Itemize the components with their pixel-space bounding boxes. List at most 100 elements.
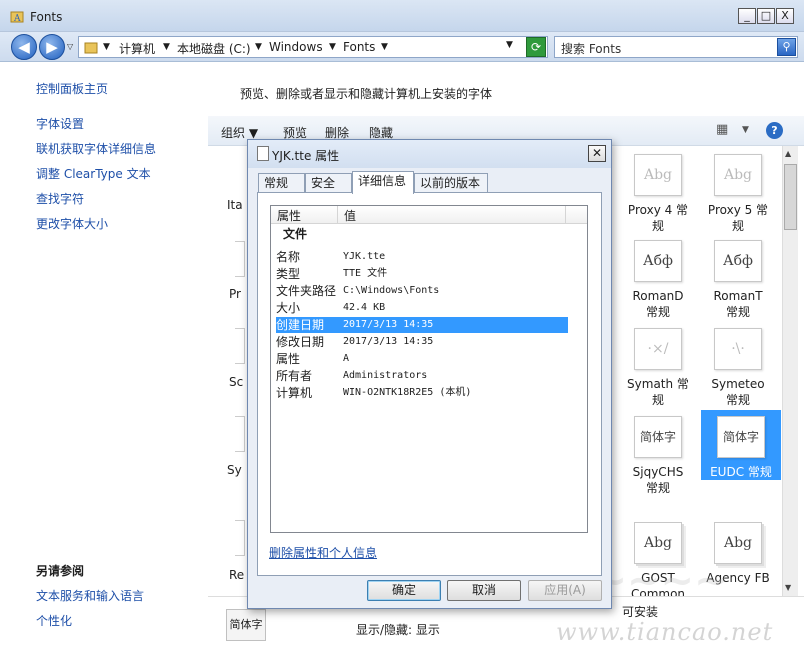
scroll-up-icon[interactable]: ▲ — [785, 149, 791, 158]
partial-tile-label[interactable]: Pr — [229, 287, 241, 301]
see-also-heading: 另请参阅 — [36, 564, 85, 578]
remove-properties-link[interactable]: 删除属性和个人信息 — [269, 544, 377, 561]
property-row[interactable]: 大小 42.4 KB — [276, 300, 568, 316]
chevron-down-icon[interactable]: ▼ — [255, 42, 262, 52]
column-header-property[interactable]: 属性 — [277, 207, 301, 224]
font-file-icon: Abg — [634, 154, 682, 196]
fonts-folder-icon: A — [10, 11, 24, 23]
personalization-link[interactable]: 个性化 — [36, 612, 72, 629]
refresh-icon[interactable]: ⟳ — [526, 37, 546, 57]
folder-icon — [84, 42, 98, 54]
breadcrumb-fonts[interactable]: Fonts — [343, 40, 375, 54]
text-services-link[interactable]: 文本服务和输入语言 — [36, 587, 144, 604]
property-value: A — [343, 353, 350, 364]
property-row[interactable]: 类型 TTE 文件 — [276, 266, 568, 282]
property-value: 2017/3/13 14:35 — [343, 319, 434, 330]
font-tile-proxy4[interactable]: Abg Proxy 4 常规 — [618, 154, 698, 234]
font-tile-romant[interactable]: Абф RomanT 常规 — [698, 240, 778, 320]
scrollbar-thumb[interactable] — [784, 164, 797, 230]
column-header-value[interactable]: 值 — [344, 207, 356, 224]
tab-previous-versions[interactable]: 以前的版本 — [414, 173, 488, 193]
font-tile-label: 规 — [731, 219, 744, 233]
apply-button: 应用(A) — [528, 580, 602, 601]
tab-details[interactable]: 详细信息 — [352, 171, 414, 194]
breadcrumb[interactable]: ▼ 计算机 ▼ 本地磁盘 (C:) ▼ Windows ▼ Fonts ▼ — [78, 36, 548, 58]
font-tile-label: 常规 — [645, 481, 670, 495]
property-key: 计算机 — [276, 386, 313, 400]
font-tile-proxy5[interactable]: Abg Proxy 5 常规 — [698, 154, 778, 234]
chevron-down-icon[interactable]: ▼ — [103, 42, 110, 52]
column-divider[interactable] — [337, 206, 338, 224]
partial-font-file-icon — [235, 520, 245, 556]
partial-tile-label[interactable]: Re — [229, 568, 244, 582]
find-character-link[interactable]: 查找字符 — [36, 190, 84, 207]
font-tile-label: 规 — [651, 219, 664, 233]
property-value: 2017/3/13 14:35 — [343, 336, 434, 347]
property-key: 所有者 — [276, 369, 313, 383]
breadcrumb-windows[interactable]: Windows — [269, 40, 323, 54]
adjust-cleartype-link[interactable]: 调整 ClearType 文本 — [36, 165, 151, 182]
property-row-selected[interactable]: 创建日期 2017/3/13 14:35 — [276, 317, 568, 333]
property-list-header: 属性 值 — [271, 206, 587, 224]
help-icon[interactable]: ? — [766, 122, 783, 139]
font-tile-label: 常规 — [645, 305, 670, 319]
property-row[interactable]: 所有者 Administrators — [276, 368, 568, 384]
font-tile-symeteo[interactable]: ·\· Symeteo 常规 — [698, 328, 778, 408]
font-tile-eudc[interactable]: 简体字 EUDC 常规 — [701, 410, 781, 480]
view-chevron-down-icon[interactable]: ▼ — [742, 125, 749, 135]
change-font-size-link[interactable]: 更改字体大小 — [36, 215, 108, 232]
vertical-scrollbar[interactable]: ▲ ▼ — [782, 146, 798, 596]
property-value: C:\Windows\Fonts — [343, 285, 440, 296]
address-history-chevron-down-icon[interactable]: ▼ — [506, 40, 513, 50]
breadcrumb-computer[interactable]: 计算机 — [119, 40, 155, 57]
scroll-down-icon[interactable]: ▼ — [785, 583, 791, 592]
property-key: 文件夹路径 — [276, 284, 337, 298]
address-bar: ◀ ▶ ▽ ▼ 计算机 ▼ 本地磁盘 (C:) ▼ Windows ▼ Font… — [0, 32, 804, 62]
maximize-button[interactable]: □ — [757, 8, 775, 24]
view-options-icon[interactable]: ▦ — [716, 122, 728, 137]
search-input[interactable]: 搜索 Fonts ⚲ — [554, 36, 798, 58]
chevron-down-icon[interactable]: ▼ — [329, 42, 336, 52]
font-tile-sjqychs[interactable]: 简体字 SjqyCHS 常规 — [618, 416, 698, 496]
property-row[interactable]: 修改日期 2017/3/13 14:35 — [276, 334, 568, 350]
left-navigation-pane: 控制面板主页 字体设置 联机获取字体详细信息 调整 ClearType 文本 查… — [0, 62, 208, 654]
partial-tile-label[interactable]: Ita — [227, 198, 243, 212]
property-row[interactable]: 计算机 WIN-O2NTK18R2E5 (本机) — [276, 385, 568, 401]
recent-pages-chevron-down-icon[interactable]: ▽ — [67, 42, 73, 51]
control-panel-home-link[interactable]: 控制面板主页 — [36, 80, 108, 97]
font-settings-link[interactable]: 字体设置 — [36, 115, 84, 132]
font-tile-label: Proxy 4 常 — [627, 203, 689, 217]
font-tile-romand[interactable]: Абф RomanD 常规 — [618, 240, 698, 320]
cancel-button[interactable]: 取消 — [447, 580, 521, 601]
column-divider[interactable] — [565, 206, 566, 224]
forward-button[interactable]: ▶ — [39, 34, 65, 60]
online-font-info-link[interactable]: 联机获取字体详细信息 — [36, 140, 156, 157]
font-tile-label: Symeteo — [711, 377, 765, 391]
close-button[interactable]: X — [776, 8, 794, 24]
minimize-button[interactable]: _ — [738, 8, 756, 24]
dialog-close-button[interactable]: ✕ — [588, 145, 606, 162]
property-list[interactable]: 属性 值 文件 名称 YJK.tte 类型 TTE 文件 文件夹路径 C:\Wi… — [270, 205, 588, 533]
property-row[interactable]: 属性 A — [276, 351, 568, 367]
window-titlebar: A Fonts _ □ X — [0, 0, 804, 32]
property-row[interactable]: 文件夹路径 C:\Windows\Fonts — [276, 283, 568, 299]
property-row[interactable]: 名称 YJK.tte — [276, 249, 568, 265]
property-key: 修改日期 — [276, 335, 325, 349]
font-tile-label: Symath 常 — [627, 377, 689, 391]
show-hide-status: 显示/隐藏: 显示 — [356, 623, 440, 637]
property-value: Administrators — [343, 370, 428, 381]
back-button[interactable]: ◀ — [11, 34, 37, 60]
tab-general[interactable]: 常规 — [258, 173, 305, 193]
tab-security[interactable]: 安全 — [305, 173, 352, 193]
breadcrumb-local-disk[interactable]: 本地磁盘 (C:) — [177, 40, 251, 57]
chevron-down-icon[interactable]: ▼ — [163, 42, 170, 52]
search-icon[interactable]: ⚲ — [777, 38, 796, 56]
chevron-down-icon[interactable]: ▼ — [381, 42, 388, 52]
partial-tile-label[interactable]: Sc — [229, 375, 243, 389]
partial-tile-label[interactable]: Sy — [227, 463, 242, 477]
font-tile-symath[interactable]: ·×/ Symath 常规 — [618, 328, 698, 408]
search-placeholder: 搜索 Fonts — [561, 42, 622, 56]
font-tile-label: 规 — [651, 393, 664, 407]
property-key: 类型 — [276, 267, 301, 281]
ok-button[interactable]: 确定 — [367, 580, 441, 601]
